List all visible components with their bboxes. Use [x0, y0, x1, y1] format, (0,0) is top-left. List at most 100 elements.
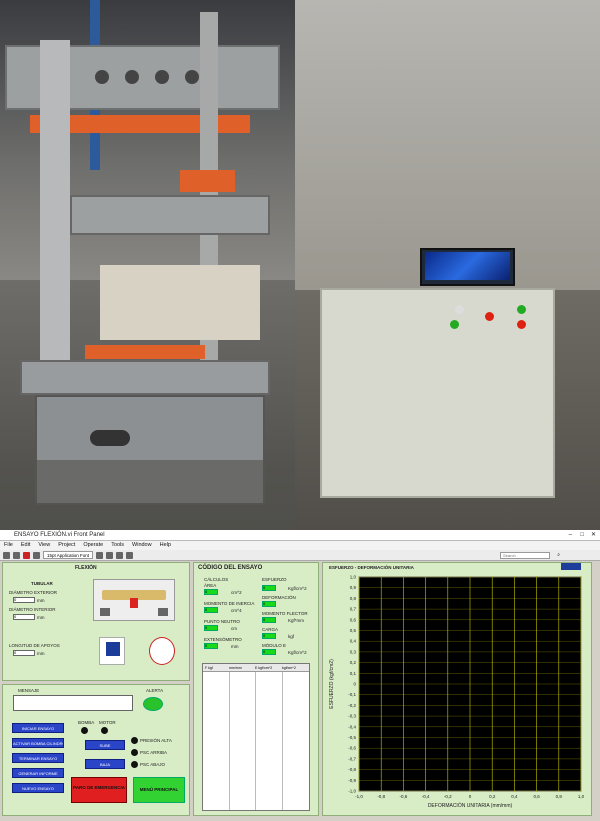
moment-value: 0: [262, 617, 276, 623]
y-tick-label: -0,8: [348, 767, 356, 772]
menu-item[interactable]: Edit: [21, 541, 30, 550]
tubular-label: TUBULAR: [31, 581, 53, 586]
window-title: ENSAYO FLEXIÓN.vi Front Panel: [14, 532, 105, 538]
y-tick-label: -0,1: [348, 692, 356, 697]
span-length-input[interactable]: 0: [13, 650, 35, 656]
pause-icon[interactable]: [33, 551, 40, 559]
x-tick-label: 0,6: [533, 794, 540, 799]
run-continuous-icon[interactable]: [13, 551, 20, 559]
neutral-value: 0: [204, 625, 218, 631]
alert-label: ALERTA: [146, 688, 164, 693]
x-tick-label: 1,0: [578, 794, 585, 799]
distribute-icon[interactable]: [106, 551, 114, 559]
y-tick-label: -0,6: [348, 746, 356, 751]
stress-value: 0: [262, 585, 276, 591]
emergency-stop-button[interactable]: PARO DE EMERGENCIA: [71, 777, 127, 803]
menu-item[interactable]: Help: [160, 541, 171, 550]
psc-down-led: [131, 761, 138, 768]
down-button[interactable]: BAJA: [85, 759, 125, 769]
stress-strain-chart: -1,0 -0,8 -0,6 -0,4 -0,2 0 0,2 0,4 0,6 0,8 1,0 1,0 0…: [329, 575, 585, 810]
modulus-value: 0: [262, 649, 276, 655]
activate-pump-button[interactable]: ACTIVAR BOMBA CILINDRO: [12, 738, 64, 748]
table-header: F kgf: [205, 666, 213, 670]
start-test-button[interactable]: INICIAR ENSAYO: [12, 723, 64, 733]
close-icon[interactable]: ✕: [591, 530, 596, 541]
span-unit: mm: [37, 651, 45, 656]
psc-down-label: PSC ABAJO: [140, 762, 166, 767]
pressure-high-led: [131, 737, 138, 744]
table-header: kgf/cm^2: [282, 666, 296, 670]
neutral-label: PUNTO NEUTRO: [204, 619, 240, 624]
load-unit: kgf: [288, 634, 295, 639]
results-panel: CÓDIGO DEL ENSAYO CÁLCULOS ÁREA 0 cm^2 M…: [193, 562, 319, 816]
search-input[interactable]: Search: [500, 551, 550, 559]
beam-diagram: [93, 579, 175, 621]
menu-item[interactable]: Window: [132, 541, 152, 550]
generate-report-button[interactable]: GENERAR INFORME: [12, 768, 64, 778]
menu-item[interactable]: Tools: [111, 541, 124, 550]
y-tick-label: -0,7: [348, 756, 356, 761]
motor-led: [101, 727, 108, 734]
minimize-icon[interactable]: –: [569, 530, 572, 541]
flexion-title: FLEXIÓN: [75, 565, 97, 571]
search-icon[interactable]: ⌕: [557, 552, 560, 558]
menu-item[interactable]: File: [4, 541, 13, 550]
neutral-unit: cm: [231, 626, 237, 631]
y-tick-label: 0,5: [350, 628, 357, 633]
y-axis-label: ESFUERZO (kgf/cm2): [329, 659, 335, 709]
inner-diameter-input[interactable]: 0: [13, 614, 35, 620]
up-button[interactable]: SUBE: [85, 740, 125, 750]
chart-title: ESFUERZO - DEFORMACIÓN UNITARIA: [329, 565, 414, 570]
end-test-button[interactable]: TERMINAR ENSAYO: [12, 753, 64, 763]
deformation-label: DEFORMACIÓN: [262, 595, 296, 600]
university-logo: [99, 637, 125, 665]
x-tick-label: -0,6: [400, 794, 408, 799]
x-tick-label: -0,4: [422, 794, 430, 799]
x-tick-label: -0,8: [377, 794, 385, 799]
extensometer-label: EXTENSÓMETRO: [204, 637, 242, 642]
stress-label: ESFUERZO: [262, 577, 287, 582]
moment-label: MOMENTO FLECTOR: [262, 611, 308, 616]
extensometer-unit: mm: [231, 644, 239, 649]
reorder-icon[interactable]: [126, 551, 134, 559]
menu-item[interactable]: Project: [58, 541, 75, 550]
menu-item[interactable]: View: [38, 541, 50, 550]
extensometer-value: 0: [204, 643, 218, 649]
control-cabinet-photo: [295, 0, 600, 530]
flexion-machine-photo: [0, 0, 295, 530]
outer-diameter-input[interactable]: 0: [13, 597, 35, 603]
load-label: CARGA: [262, 627, 279, 632]
y-tick-label: -0,5: [348, 735, 356, 740]
y-tick-label: -0,9: [348, 778, 356, 783]
control-panel: MENSAJE ALERTA BOMBA MOTOR INICIAR ENSAY…: [2, 684, 190, 816]
calc-label: CÁLCULOS: [204, 577, 229, 582]
outer-diameter-label: DIÁMETRO EXTERIOR: [9, 590, 58, 595]
flexion-panel: FLEXIÓN TUBULAR DIÁMETRO EXTERIOR 0 mm D…: [2, 562, 190, 681]
menu-bar: File Edit View Project Operate Tools Window Hel…: [0, 541, 600, 550]
y-tick-label: -0,2: [348, 703, 356, 708]
run-arrow-icon[interactable]: [3, 551, 10, 559]
y-tick-label: -0,4: [348, 724, 356, 729]
font-select[interactable]: 15pt Application Font: [43, 551, 94, 559]
inner-diameter-label: DIÁMETRO INTERIOR: [9, 607, 56, 612]
main-menu-button[interactable]: MENÚ PRINCIPAL: [133, 777, 185, 803]
photo-collage: [0, 0, 600, 530]
x-tick-label: 0,2: [489, 794, 496, 799]
y-tick-label: -1,0: [348, 789, 356, 794]
menu-item[interactable]: Operate: [83, 541, 103, 550]
y-tick-label: 0,1: [350, 671, 357, 676]
align-icon[interactable]: [96, 551, 104, 559]
maximize-icon[interactable]: □: [580, 530, 584, 541]
deformation-value: 0: [262, 601, 276, 607]
results-table[interactable]: F kgf mm/mm E kgf/cm^2 kgf/cm^2: [202, 663, 310, 811]
plot-legend[interactable]: [561, 563, 581, 570]
x-axis-label: DEFORMACIÓN UNITARIA (mm/mm): [428, 802, 513, 809]
inertia-unit: cm^4: [231, 608, 242, 613]
y-tick-label: 0,8: [350, 596, 357, 601]
load-value: 0: [262, 633, 276, 639]
abort-icon[interactable]: [23, 551, 30, 559]
new-test-button[interactable]: NUEVO ENSAYO: [12, 783, 64, 793]
toolbar: 15pt Application Font Search ⌕: [0, 550, 600, 561]
y-tick-label: 0,4: [350, 639, 357, 644]
resize-icon[interactable]: [116, 551, 124, 559]
